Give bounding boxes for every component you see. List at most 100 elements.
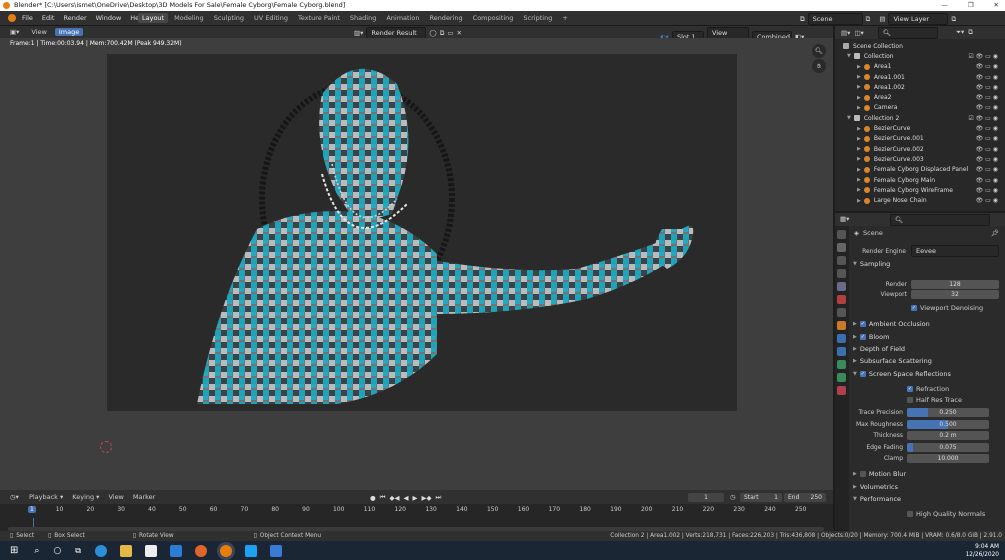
store-icon[interactable] [145,544,158,557]
expand-icon[interactable]: ▶ [857,84,861,90]
render-tab-icon[interactable] [837,243,846,252]
menu-edit[interactable]: Edit [42,14,55,22]
workspace-tab-modeling[interactable]: Modeling [170,13,208,23]
jump-start-icon[interactable]: ⏮ [380,493,386,502]
expand-icon[interactable]: ▼ [847,53,851,59]
expand-icon[interactable]: ▶ [857,95,861,101]
close-icon[interactable]: ✕ [994,0,999,11]
expand-icon[interactable]: ▶ [857,198,861,204]
expand-icon[interactable]: ▶ [857,74,861,80]
visibility-toggles[interactable]: 👁 ▭ ◉ [976,125,998,132]
task-view-icon[interactable]: ⧉ [75,546,81,556]
expand-icon[interactable]: ▼ [853,371,857,377]
twitter-icon[interactable] [245,544,258,557]
particles-tab-icon[interactable] [837,347,846,356]
visibility-toggles[interactable]: 👁 ▭ ◉ [976,63,998,70]
field-trace-precision[interactable]: 0.250 [907,408,989,417]
visibility-toggles[interactable]: 👁 ▭ ◉ [976,166,998,173]
firefox-icon[interactable] [195,544,208,557]
workspace-tab-layout[interactable]: Layout [138,13,169,23]
visibility-toggles[interactable]: 👁 ▭ ◉ [976,74,998,81]
outliner-item[interactable]: ▶ BezierCurve.003 👁 ▭ ◉ [843,154,1005,164]
play-icon[interactable]: ▶ [413,494,418,502]
section-bloom[interactable]: ▶ ✓ Bloom [849,330,1005,342]
expand-icon[interactable]: ▶ [857,136,861,142]
viewport-samples-field[interactable]: 32 [911,290,999,299]
visibility-toggles[interactable]: 👁 ▭ ◉ [976,84,998,91]
visibility-toggles[interactable]: 👁 ▭ ◉ [976,187,998,194]
workspace-tab-scripting[interactable]: Scripting [519,13,556,23]
workspace-tab-texture-paint[interactable]: Texture Paint [294,13,344,23]
output-tab-icon[interactable] [837,256,846,265]
field-edge-fading[interactable]: 0.075 [907,442,989,452]
scene-selector[interactable]: Scene [807,13,863,25]
outliner-row-scene-collection[interactable]: Scene Collection [843,41,1005,51]
outliner-item[interactable]: ▶ BezierCurve 👁 ▭ ◉ [843,123,1005,133]
checkbox-icon[interactable]: ✓ [859,370,866,377]
start-frame-field[interactable]: Start 1 [740,493,782,502]
keyframe-record-icon[interactable]: ● [370,494,376,502]
jump-prev-key-icon[interactable]: ◆◀ [390,494,400,502]
new-collection-icon[interactable]: ⧉ [968,28,973,37]
sampling-section[interactable]: ▼ Sampling [849,258,1005,270]
visibility-toggles[interactable]: 👁 ▭ ◉ [976,177,998,184]
section-subsurface-scattering[interactable]: ▶ Subsurface Scattering [849,355,1005,367]
visibility-toggles[interactable]: ☑ 👁 ▭ ◉ [968,115,998,122]
visibility-toggles[interactable]: 👁 ▭ ◉ [976,156,998,163]
outliner-item[interactable]: ▶ BezierCurve.002 👁 ▭ ◉ [843,144,1005,154]
collection-tab-icon[interactable] [837,308,846,317]
outliner-item[interactable]: ▶ Female Cyborg WireFrame 👁 ▭ ◉ [843,185,1005,195]
workspace-tab-shading[interactable]: Shading [346,13,380,23]
menu-window[interactable]: Window [96,14,122,22]
image-browse-icon[interactable]: ▨▾ [354,29,363,37]
outliner-item[interactable]: ▶ Female Cyborg Main 👁 ▭ ◉ [843,175,1005,185]
expand-icon[interactable]: ▶ [857,126,861,132]
render-samples-field[interactable]: 128 [911,280,999,289]
pan-hand-icon[interactable]: ✋︎ [812,59,826,73]
timeline-area[interactable]: 1 10 20 30 40 50 60 70 80 90 100 110 120 130 140 150 160… [0,504,833,531]
jump-next-key-icon[interactable]: ▶◆ [422,494,432,502]
modifier-tab-icon[interactable] [837,334,846,343]
material-tab-icon[interactable] [837,386,846,395]
viewlayer-selector[interactable]: View Layer [888,13,949,25]
expand-icon[interactable]: ▶ [857,105,861,111]
field-clamp[interactable]: 10.000 [907,454,989,463]
workspace-tab-uv-editing[interactable]: UV Editing [250,13,292,23]
expand-icon[interactable]: ▶ [853,321,857,327]
timeline-editor-icon[interactable]: ◷▾ [10,493,19,501]
expand-icon[interactable]: ▼ [847,115,851,121]
section-performance[interactable]: ▼ Performance [849,493,1005,505]
visibility-toggles[interactable]: 👁 ▭ ◉ [976,146,998,153]
workspace-tab-compositing[interactable]: Compositing [469,13,518,23]
workspace-tab-rendering[interactable]: Rendering [425,13,466,23]
refraction-checkbox[interactable]: ✓ Refraction [907,385,949,393]
viewport-denoise-checkbox[interactable]: ✓ Viewport Denoising [911,304,983,312]
physics-tab-icon[interactable] [837,360,846,369]
visibility-toggles[interactable]: ☑ 👁 ▭ ◉ [968,53,998,60]
expand-icon[interactable]: ▶ [857,177,861,183]
workspace-tab-sculpting[interactable]: Sculpting [210,13,248,23]
expand-icon[interactable]: ▶ [853,346,857,352]
world-tab-icon[interactable] [837,295,846,304]
checkbox-icon[interactable]: ✓ [859,321,866,328]
expand-icon[interactable]: ▶ [853,358,857,364]
timeline-menu-view[interactable]: View [108,493,123,501]
timeline-menu-marker[interactable]: Marker [133,493,155,501]
view-menu[interactable]: View [31,28,46,36]
field-max-roughness[interactable]: 0.500 [907,419,989,429]
outliner-item[interactable]: ▶ Camera 👁 ▭ ◉ [843,103,1005,113]
visibility-toggles[interactable]: 👁 ▭ ◉ [976,104,998,111]
app-icon[interactable] [270,544,283,557]
start-icon[interactable]: ⊞ [10,545,18,556]
outliner-item[interactable]: ▶ Area1.001 👁 ▭ ◉ [843,72,1005,82]
expand-icon[interactable]: ▶ [857,64,861,70]
mail-icon[interactable] [170,544,183,557]
end-frame-field[interactable]: End 250 [784,493,826,502]
menu-file[interactable]: File [22,14,33,22]
workspace-tab-animation[interactable]: Animation [382,13,423,23]
image-menu[interactable]: Image [54,28,84,36]
blender-taskbar-icon[interactable] [220,544,233,557]
checkbox-icon[interactable] [859,471,866,478]
timeline-menu-keying[interactable]: Keying ▾ [72,493,99,501]
outliner-collection[interactable]: ▼ Collection ☑ 👁 ▭ ◉ [843,51,1005,61]
